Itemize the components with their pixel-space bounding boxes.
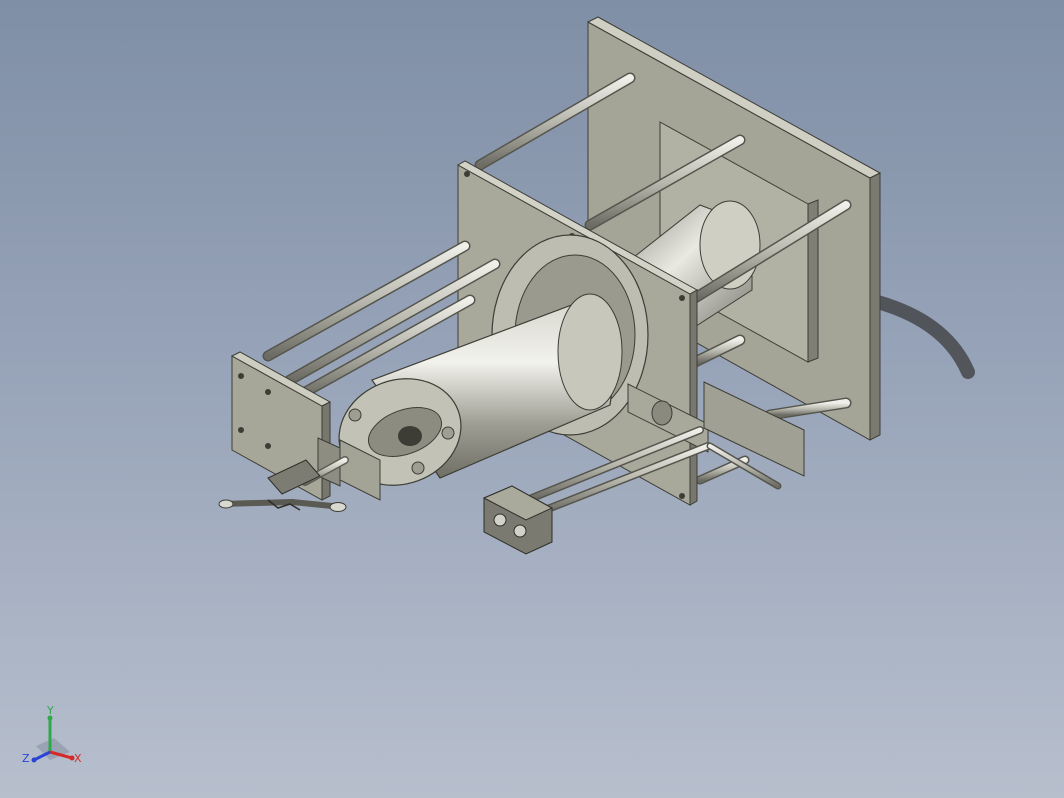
- x-axis-label: X: [74, 752, 82, 765]
- cable: [863, 293, 975, 379]
- z-axis-label: Z: [22, 752, 30, 765]
- y-axis-label: Y: [46, 704, 54, 717]
- cad-viewport[interactable]: Y X Z: [0, 0, 1064, 798]
- axis-triad[interactable]: Y X Z: [14, 700, 94, 780]
- assembly-model[interactable]: [0, 0, 1064, 798]
